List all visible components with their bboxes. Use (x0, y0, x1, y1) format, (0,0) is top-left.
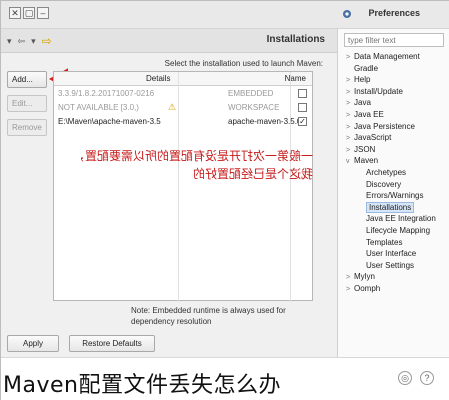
row-details: 3.3.9/1.8.2.20171007-0216 (58, 89, 155, 98)
sidebar-item-label: Maven (354, 156, 379, 166)
preferences-window: ✕ ▢ – Preferences ▾ ⇦ ▾ ⇨ Installations … (0, 0, 449, 400)
row-checkbox-checked[interactable]: ✓ (298, 117, 307, 126)
row-name: apache-maven-3.5.0 (228, 117, 302, 126)
menu-chevron-icon[interactable]: ▾ (7, 36, 12, 47)
header-controls: ▾ ⇦ ▾ ⇨ (7, 34, 52, 48)
forward-arrow-icon[interactable]: ⇨ (42, 34, 52, 48)
apply-button[interactable]: Apply (7, 335, 59, 352)
sidebar-item-json[interactable]: > JSON (338, 144, 449, 156)
sidebar-item-label: Installations (366, 201, 415, 213)
sidebar-item-archetypes[interactable]: Archetypes (338, 167, 449, 179)
window-title: Preferences (368, 8, 420, 18)
sidebar-item-label: Errors/Warnings (366, 191, 424, 201)
sidebar-item-install-update[interactable]: > Install/Update (338, 86, 449, 98)
sidebar-item-label: Archetypes (366, 167, 407, 177)
sidebar-item-label: Java EE Integration (366, 214, 436, 224)
column-header-name[interactable]: Name (285, 74, 306, 83)
table-header: Details Name (54, 72, 312, 86)
sidebar-item-errors-warnings[interactable]: Errors/Warnings (338, 190, 449, 202)
installations-table: Details Name 3.3.9/1.8.2.20171007-0216 E… (53, 71, 313, 302)
sidebar-item-javascript[interactable]: > JavaScript (338, 132, 449, 144)
sidebar-item-label: Data Management (354, 52, 420, 61)
row-name: EMBEDDED (228, 89, 274, 98)
sidebar-item-java-ee-integration[interactable]: Java EE Integration (338, 213, 449, 225)
sidebar-item-label: User Interface (366, 249, 417, 259)
import-icon[interactable]: ◎ (398, 371, 412, 385)
sidebar-item-label: Mylyn (354, 272, 375, 282)
sidebar-item-label: Java (354, 98, 371, 108)
sidebar-item-templates[interactable]: Templates (338, 237, 449, 249)
chevron-right-icon[interactable]: > (346, 52, 354, 64)
add-button[interactable]: Add... (7, 71, 47, 88)
table-row[interactable]: 3.3.9/1.8.2.20171007-0216 EMBEDDED (54, 88, 312, 101)
sidebar-item-mylyn[interactable]: > Mylyn (338, 271, 449, 283)
chevron-right-icon[interactable]: > (346, 110, 354, 122)
preferences-navigation: >Data ManagementGradle>Help>Install/Upda… (337, 29, 449, 357)
title-bar: ✕ ▢ – Preferences (1, 1, 449, 29)
row-details: NOT AVAILABLE [3.0,) (58, 103, 139, 112)
forward-chevron-icon[interactable]: ▾ (31, 36, 36, 47)
sidebar-item-java-persistence[interactable]: > Java Persistence (338, 121, 449, 133)
sidebar-item-label: Gradle (354, 63, 379, 73)
sidebar-item-user-interface[interactable]: User Interface (338, 248, 449, 260)
sidebar-item-label: Java Persistence (354, 121, 415, 131)
bottom-icons: ◎ ? (398, 371, 434, 385)
preferences-icon (343, 10, 351, 18)
help-icon[interactable]: ? (420, 371, 434, 385)
sidebar-item-label: JavaScript (354, 133, 392, 143)
row-checkbox[interactable] (298, 89, 307, 98)
preference-tree: > Data Management Gradle > Help > Install/Upda… (338, 51, 449, 294)
filter-input[interactable] (344, 33, 444, 47)
sidebar-item-maven[interactable]: v Maven (338, 155, 449, 167)
caption-text: Maven配置文件丢失怎么办 (3, 373, 281, 398)
remove-button[interactable]: Remove (7, 119, 47, 136)
back-icon[interactable]: ⇦ (18, 36, 26, 47)
sidebar-item-data-management[interactable]: > Data Management (338, 51, 449, 63)
sidebar-item-gradle[interactable]: Gradle (338, 63, 449, 75)
sidebar-item-label: Lifecycle Mapping (366, 225, 431, 235)
row-checkbox[interactable] (298, 103, 307, 112)
sidebar-item-help[interactable]: > Help (338, 74, 449, 86)
page-description: Select the installation used to launch M… (164, 59, 323, 68)
main-panel: ▾ ⇦ ▾ ⇨ Installations Select the install… (1, 29, 337, 357)
sidebar-item-label: Java EE (354, 109, 384, 119)
table-row[interactable]: E:\Maven\apache-maven-3.5 apache-maven-3… (54, 116, 312, 129)
column-header-details[interactable]: Details (146, 74, 170, 83)
sidebar-item-label: Help (354, 75, 371, 85)
row-details: E:\Maven\apache-maven-3.5 (58, 117, 161, 126)
row-name: WORKSPACE (228, 103, 280, 112)
sidebar-item-label: User Settings (366, 260, 415, 270)
table-row[interactable]: NOT AVAILABLE [3.0,) ⚠ WORKSPACE (54, 102, 312, 115)
sidebar-item-label: Templates (366, 237, 403, 247)
sidebar-item-java[interactable]: > Java (338, 97, 449, 109)
edit-button[interactable]: Edit... (7, 95, 47, 112)
page-title: Installations (266, 34, 325, 45)
chevron-down-icon[interactable]: v (346, 156, 354, 168)
chevron-right-icon[interactable]: > (346, 284, 354, 296)
warning-icon: ⚠ (168, 102, 177, 112)
sidebar-item-label: Install/Update (354, 86, 403, 96)
window-controls: ✕ ▢ – (9, 7, 49, 19)
maximize-window-button[interactable]: ▢ (23, 7, 35, 19)
sidebar-item-label: Discovery (366, 179, 402, 189)
sidebar-item-label: Oomph (354, 283, 381, 293)
sidebar-item-lifecycle-mapping[interactable]: Lifecycle Mapping (338, 225, 449, 237)
sidebar-item-java-ee[interactable]: > Java EE (338, 109, 449, 121)
close-window-button[interactable]: ✕ (9, 7, 21, 19)
minimize-window-button[interactable]: – (37, 7, 49, 19)
sidebar-item-label: JSON (354, 144, 376, 154)
sidebar-item-user-settings[interactable]: User Settings (338, 260, 449, 272)
sidebar-item-discovery[interactable]: Discovery (338, 179, 449, 191)
page-header: ▾ ⇦ ▾ ⇨ Installations (1, 29, 337, 53)
note-text: Note: Embedded runtime is always used fo… (131, 306, 286, 326)
restore-defaults-button[interactable]: Restore Defaults (69, 335, 155, 352)
sidebar-item-installations[interactable]: Installations (338, 201, 449, 214)
red-annotation-text: 一般第一次打开是没有配置的所以需要配置，我这个是已经配置好的 (72, 149, 313, 181)
sidebar-item-oomph[interactable]: > Oomph (338, 283, 449, 295)
